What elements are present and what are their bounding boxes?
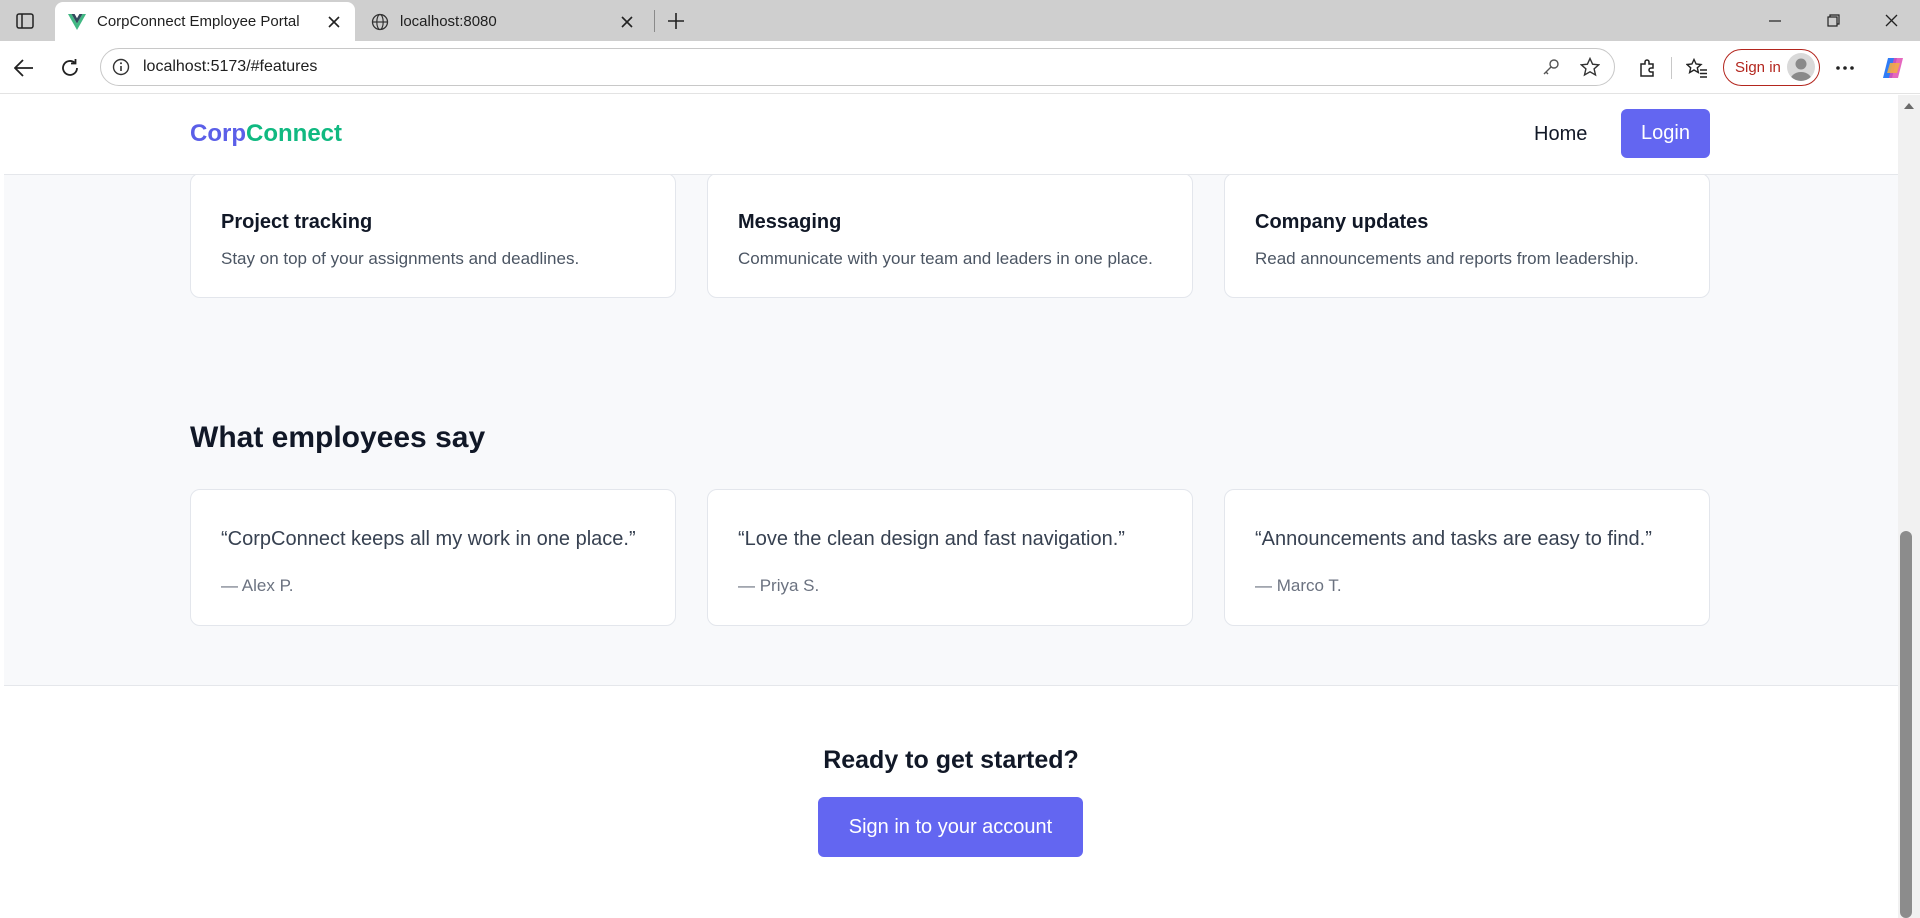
testimonial-author: — Marco T. [1255, 576, 1342, 595]
testimonial-quote: “CorpConnect keeps all my work in one pl… [221, 528, 636, 550]
nav-home-link[interactable]: Home [1534, 123, 1587, 146]
profile-sign-in-button[interactable]: Sign in [1723, 49, 1820, 86]
testimonial-card: “Love the clean design and fast navigati… [707, 489, 1193, 626]
toolbar-divider [1671, 57, 1672, 79]
testimonial-quote: “Announcements and tasks are easy to fin… [1255, 528, 1652, 550]
avatar-icon [1787, 53, 1815, 81]
brand-part-corp: Corp [190, 120, 246, 147]
minimize-icon[interactable] [1746, 0, 1804, 41]
sidebar-toggle-icon[interactable] [12, 8, 38, 34]
tab-title: CorpConnect Employee Portal [97, 13, 300, 30]
close-tab-icon[interactable] [321, 9, 347, 35]
tab-localhost-8080[interactable]: localhost:8080 [358, 2, 648, 41]
new-tab-icon[interactable] [662, 7, 690, 35]
address-url: localhost:5173/#features [143, 58, 318, 75]
tab-title: localhost:8080 [400, 13, 497, 30]
reload-icon[interactable] [54, 52, 86, 84]
cta-heading: Ready to get started? [823, 746, 1079, 774]
testimonial-card: “CorpConnect keeps all my work in one pl… [190, 489, 676, 626]
testimonial-author: — Alex P. [221, 576, 294, 595]
page-viewport: CorpConnect Home Login Project tracking … [4, 95, 1898, 918]
feature-description: Stay on top of your assignments and dead… [221, 249, 580, 268]
password-key-icon[interactable] [1540, 56, 1562, 78]
favorites-icon[interactable] [1682, 53, 1712, 83]
brand-logo[interactable]: CorpConnect [190, 120, 342, 148]
tab-divider [654, 10, 655, 32]
scroll-up-arrow-icon[interactable] [1904, 103, 1914, 109]
testimonial-author: — Priya S. [738, 576, 820, 595]
browser-toolbar: localhost:5173/#features Sign in [0, 41, 1920, 94]
testimonial-card: “Announcements and tasks are easy to fin… [1224, 489, 1710, 626]
feature-card: Messaging Communicate with your team and… [707, 173, 1193, 298]
restore-icon[interactable] [1804, 0, 1862, 41]
feature-title: Messaging [738, 211, 842, 233]
feature-description: Read announcements and reports from lead… [1255, 249, 1639, 268]
favorite-star-icon[interactable] [1578, 55, 1602, 79]
sign-in-account-button[interactable]: Sign in to your account [818, 797, 1083, 857]
feature-title: Project tracking [221, 211, 373, 233]
sign-in-label: Sign in [1735, 59, 1781, 76]
browser-tab-strip: CorpConnect Employee Portal localhost:80… [0, 0, 1920, 41]
page-scrollbar[interactable] [1898, 95, 1920, 918]
feature-card: Project tracking Stay on top of your ass… [190, 173, 676, 298]
testimonial-quote: “Love the clean design and fast navigati… [738, 528, 1125, 550]
cta-section: Ready to get started? Sign in to your ac… [4, 685, 1898, 918]
brand-part-connect: Connect [246, 120, 342, 147]
feature-description: Communicate with your team and leaders i… [738, 249, 1153, 268]
scrollbar-thumb[interactable] [1900, 531, 1912, 918]
back-icon[interactable] [8, 52, 40, 84]
extensions-icon[interactable] [1632, 53, 1662, 83]
vue-logo-icon [67, 12, 87, 32]
close-tab-icon[interactable] [614, 9, 640, 35]
more-options-icon[interactable] [1830, 53, 1860, 83]
testimonials-heading: What employees say [190, 421, 486, 454]
feature-card: Company updates Read announcements and r… [1224, 173, 1710, 298]
site-header: CorpConnect Home Login [4, 95, 1898, 175]
copilot-icon[interactable] [1878, 53, 1908, 83]
address-bar[interactable]: localhost:5173/#features [100, 48, 1615, 86]
feature-title: Company updates [1255, 211, 1429, 233]
site-info-icon[interactable] [111, 57, 131, 77]
globe-icon [370, 12, 390, 32]
login-button[interactable]: Login [1621, 109, 1710, 158]
tab-corpconnect[interactable]: CorpConnect Employee Portal [55, 2, 355, 41]
close-window-icon[interactable] [1862, 0, 1920, 41]
